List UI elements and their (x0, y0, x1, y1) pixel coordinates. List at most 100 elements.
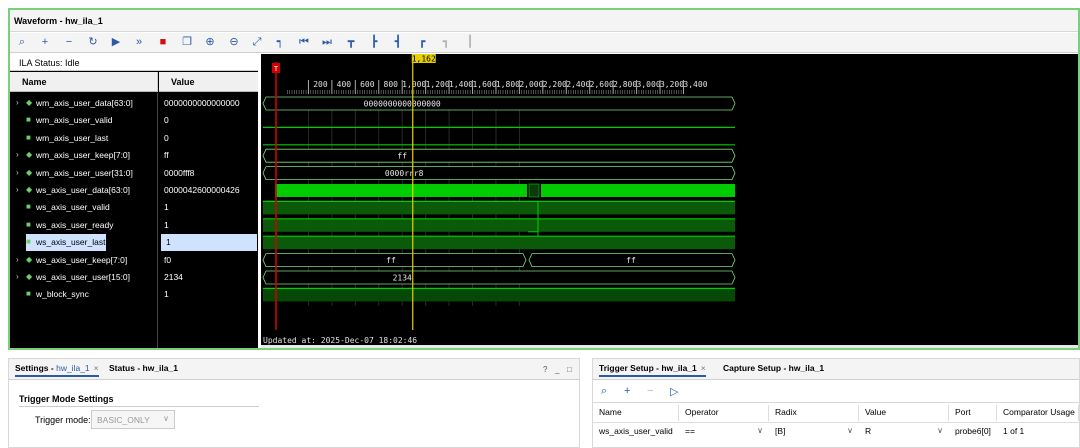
chevron-down-icon[interactable]: ∨ (757, 426, 763, 435)
marker-prev-icon[interactable]: ┣ (366, 35, 382, 50)
waveform-plot[interactable]: 200 400 600 800 1,000 1,200 1,400 1,600 1,800 2,0… (261, 54, 1080, 350)
trigger-cell-port[interactable]: probe6[0] (949, 422, 997, 441)
signal-row[interactable]: ■ w_block_sync (10, 286, 156, 303)
signal-name: ws_axis_user_keep[7:0] (36, 254, 128, 265)
axis-tick-label: 1,600 (472, 80, 496, 89)
name-column-header[interactable]: Name (10, 72, 158, 92)
search-icon[interactable]: ⌕ (14, 35, 30, 50)
signal-row[interactable]: › ◆ ws_axis_user_data[63:0] (10, 182, 156, 199)
column-header-value[interactable]: Value (859, 405, 949, 421)
add-marker-icon[interactable]: ┳ (343, 35, 359, 50)
trigger-mode-label: Trigger mode: (35, 415, 91, 425)
signal-value-row[interactable]: 0000fff8 (159, 165, 258, 182)
signal-value-row[interactable]: 1 (159, 217, 258, 234)
signal-value-row[interactable]: 0 (159, 112, 258, 129)
trigger-cell-name[interactable]: ws_axis_user_valid (593, 422, 679, 441)
trigger-cell-radix[interactable]: [B] ∨ (769, 422, 859, 441)
search-icon[interactable]: ⌕ (601, 385, 607, 398)
signal-row[interactable]: ■ wm_axis_user_valid (10, 112, 156, 129)
signal-value-row[interactable]: 0 (159, 130, 258, 147)
signal-row[interactable]: › ◆ ws_axis_user_user[15:0] (10, 269, 156, 286)
column-header-operator[interactable]: Operator (679, 405, 769, 421)
trigger-mode-select[interactable]: BASIC_ONLY ∨ (91, 410, 175, 429)
zoom-in-icon[interactable]: ⊕ (202, 35, 218, 50)
value-column-header[interactable]: Value (159, 72, 258, 92)
minimize-icon[interactable]: _ (555, 365, 559, 374)
expand-chevron-icon[interactable]: › (16, 185, 24, 194)
export-icon[interactable]: ❐ (179, 35, 195, 50)
axis-tick-label: 200 (313, 80, 328, 89)
signal-value-row[interactable]: 2134 (159, 269, 258, 286)
tab-settings[interactable]: Settings - hw_ila_1 × (15, 363, 99, 377)
stop-icon[interactable]: ■ (155, 35, 171, 50)
maximize-icon[interactable]: □ (567, 365, 572, 374)
signal-value: 0 (164, 132, 169, 143)
waveform-title-bar: Waveform - hw_ila_1 (10, 10, 1078, 32)
signal-row[interactable]: ■ ws_axis_user_valid (10, 199, 156, 216)
signal-row[interactable]: ■ wm_axis_user_last (10, 130, 156, 147)
tab-capture-setup[interactable]: Capture Setup - hw_ila_1 (723, 363, 824, 373)
signal-value-row[interactable]: ff (159, 147, 258, 164)
signal-value-row[interactable]: 1 (159, 286, 258, 303)
minus-icon[interactable]: − (61, 35, 77, 50)
expand-chevron-icon[interactable]: › (16, 150, 24, 159)
trigger-cell-operator[interactable]: == ∨ (679, 422, 769, 441)
signal-row[interactable]: ■ ws_axis_user_last (26, 234, 106, 252)
signal-row[interactable]: ■ ws_axis_user_ready (10, 217, 156, 234)
column-header-port[interactable]: Port (949, 405, 997, 421)
zoom-fit-icon[interactable]: ⤢ (249, 35, 265, 50)
close-icon[interactable]: × (701, 363, 706, 373)
signal-value: 1 (164, 219, 169, 230)
tab-settings-link[interactable]: hw_ila_1 (56, 363, 90, 373)
wire-high-fill (263, 218, 735, 232)
chevron-down-icon[interactable]: ∨ (937, 426, 943, 435)
wire-high-fill (263, 288, 735, 302)
expand-chevron-icon[interactable]: › (16, 255, 24, 264)
axis-tick-label: 2,200 (543, 80, 567, 89)
expand-chevron-icon[interactable]: › (16, 98, 24, 107)
zoom-out-icon[interactable]: ⊖ (226, 35, 242, 50)
chevron-down-icon[interactable]: ∨ (847, 426, 853, 435)
expand-chevron-icon[interactable]: › (16, 168, 24, 177)
column-header-name[interactable]: Name (593, 405, 679, 421)
divider (19, 406, 259, 407)
help-icon[interactable]: ? (543, 365, 547, 374)
add-probe-icon[interactable]: + (624, 385, 630, 397)
signal-row[interactable]: › ◆ wm_axis_user_user[31:0] (10, 165, 156, 182)
signal-value: 0000000000000000 (164, 98, 240, 108)
axis-tick-label: 3,400 (683, 80, 707, 89)
cursor-label: 1,162 (412, 55, 436, 64)
waveform-canvas[interactable]: 200 400 600 800 1,000 1,200 1,400 1,600 1,800 2,0… (261, 54, 1080, 350)
plus-icon[interactable]: + (37, 35, 53, 50)
run-trigger-icon[interactable]: ▷ (670, 385, 678, 398)
signal-value-row[interactable]: f0 (159, 252, 258, 269)
wire-signal-icon: ■ (26, 132, 31, 142)
trigger-cell-usage[interactable]: 1 of 1 (997, 422, 1079, 441)
marker-next-icon[interactable]: ┫ (390, 35, 406, 50)
go-first-icon[interactable]: ⏮ (296, 35, 312, 50)
signal-value-row[interactable]: 1 (159, 199, 258, 216)
marker-icon[interactable]: ┑ (272, 35, 288, 50)
trigger-tab-bar: Trigger Setup - hw_ila_1 × Capture Setup … (593, 359, 1079, 380)
tab-trigger-setup[interactable]: Trigger Setup - hw_ila_1 × (599, 363, 706, 377)
ila-status-bar: ILA Status: Idle (10, 54, 258, 71)
signal-row[interactable]: › ◆ wm_axis_user_data[63:0] (10, 95, 156, 112)
trigger-cell-value[interactable]: R ∨ (859, 422, 949, 441)
axis-tick-label: 2,800 (613, 80, 637, 89)
signal-value-row[interactable]: 0000042600000426 (159, 182, 258, 199)
tab-status[interactable]: Status - hw_ila_1 (109, 363, 178, 373)
signal-value-row[interactable]: 1 (161, 234, 257, 252)
close-icon[interactable]: × (94, 363, 99, 373)
signal-value-row[interactable]: 0000000000000000 (159, 95, 258, 112)
signal-value: 1 (166, 237, 171, 248)
play-icon[interactable]: ▶ (108, 35, 124, 50)
signal-row[interactable]: › ◆ ws_axis_user_keep[7:0] (10, 252, 156, 269)
fast-forward-icon[interactable]: » (131, 35, 147, 50)
column-header-radix[interactable]: Radix (769, 405, 859, 421)
expand-chevron-icon[interactable]: › (16, 272, 24, 281)
signal-row[interactable]: › ◆ wm_axis_user_keep[7:0] (10, 147, 156, 164)
refresh-icon[interactable]: ↻ (85, 35, 101, 50)
column-header-usage[interactable]: Comparator Usage (997, 405, 1079, 421)
go-last-icon[interactable]: ⏭ (319, 35, 335, 50)
marker-place-icon[interactable]: ┏ (414, 35, 430, 50)
